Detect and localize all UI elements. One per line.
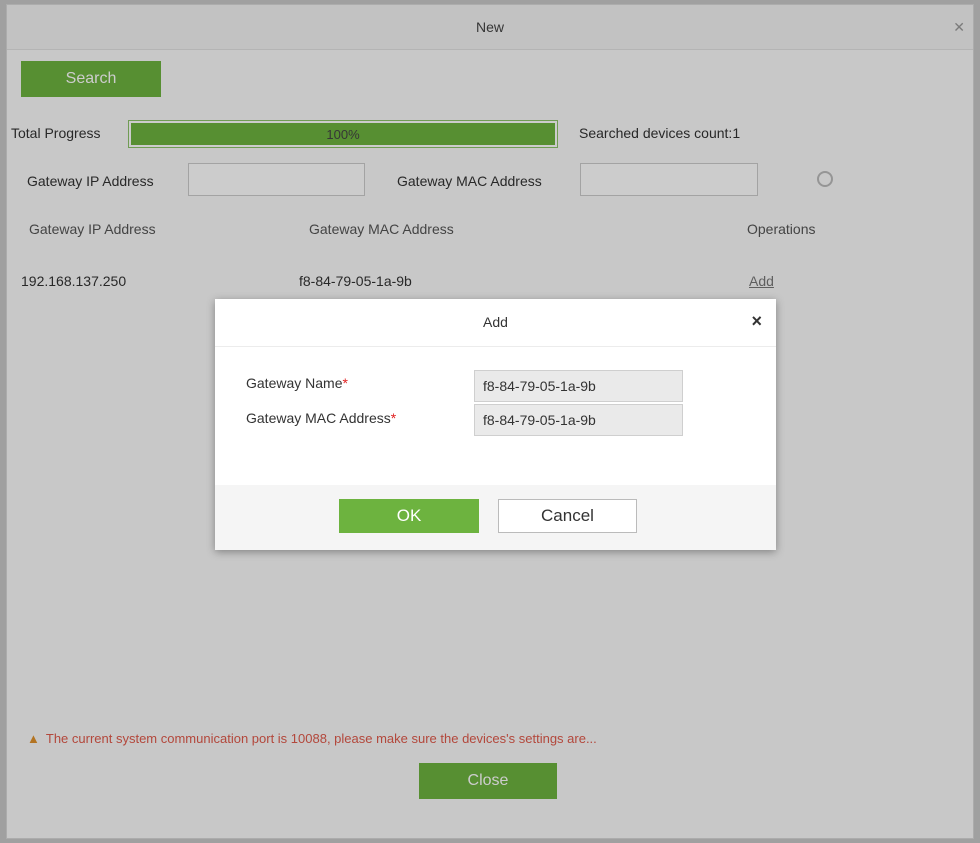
cancel-button[interactable]: Cancel bbox=[498, 499, 637, 533]
ok-button[interactable]: OK bbox=[339, 499, 479, 533]
dialog-footer bbox=[215, 485, 776, 550]
dialog-header: Add × bbox=[215, 299, 776, 347]
dialog-title: Add bbox=[483, 314, 508, 330]
gateway-mac-label-text: Gateway MAC Address bbox=[246, 410, 391, 426]
required-marker: * bbox=[390, 410, 397, 426]
required-marker: * bbox=[342, 375, 348, 391]
gateway-mac-input[interactable] bbox=[474, 404, 683, 436]
gateway-mac-label: Gateway MAC Address* bbox=[246, 410, 396, 426]
gateway-name-label-text: Gateway Name bbox=[246, 375, 343, 391]
gateway-name-label: Gateway Name* bbox=[246, 375, 348, 391]
add-gateway-dialog: Add × Gateway Name* Gateway MAC Address*… bbox=[215, 299, 776, 550]
gateway-name-input[interactable] bbox=[474, 370, 683, 402]
close-icon[interactable]: × bbox=[751, 311, 762, 332]
